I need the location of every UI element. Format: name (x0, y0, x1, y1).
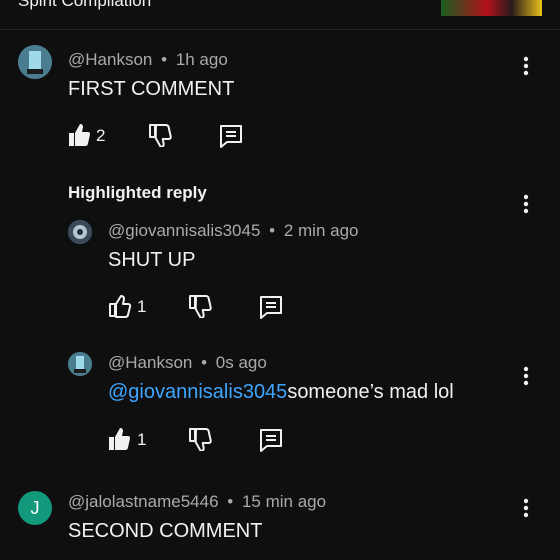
reply-button[interactable] (258, 427, 284, 458)
reply-button[interactable] (218, 123, 244, 154)
author-name[interactable]: @Hankson (68, 50, 152, 69)
more-vertical-icon[interactable] (514, 192, 538, 216)
timestamp[interactable]: 0s ago (216, 353, 267, 372)
like-count: 1 (137, 297, 147, 316)
timestamp[interactable]: 2 min ago (284, 221, 359, 240)
like-count: 2 (96, 126, 106, 145)
author-name[interactable]: @giovannisalis3045 (108, 221, 260, 240)
avatar[interactable] (18, 45, 52, 79)
like-button[interactable] (68, 123, 91, 152)
dislike-icon (189, 295, 212, 319)
separator: • (201, 353, 208, 372)
like-icon (109, 295, 132, 318)
reply-button[interactable] (258, 294, 284, 325)
comment-meta: @Hankson • 1h ago (68, 50, 228, 70)
like-button[interactable] (108, 294, 132, 323)
author-name[interactable]: @jalolastname5446 (68, 492, 219, 511)
comment-meta: @Hankson • 0s ago (108, 353, 267, 373)
reply-icon (260, 296, 282, 319)
like-button[interactable] (108, 427, 131, 456)
timestamp[interactable]: 15 min ago (242, 492, 326, 511)
comment-text: @giovannisalis3045someone’s mad lol (108, 381, 454, 404)
comment-text: SHUT UP (108, 249, 196, 271)
video-title[interactable]: Spirit Compilation (18, 0, 151, 11)
avatar[interactable]: J (18, 491, 52, 525)
like-icon (109, 428, 131, 450)
mention-link[interactable]: @giovannisalis3045 (108, 381, 287, 403)
avatar-letter: J (30, 497, 40, 518)
avatar[interactable] (68, 352, 92, 376)
separator: • (161, 50, 168, 69)
author-name[interactable]: @Hankson (108, 353, 192, 372)
more-vertical-icon[interactable] (514, 496, 538, 520)
like-icon (69, 124, 91, 146)
dislike-button[interactable] (188, 294, 212, 323)
comment-text: SECOND COMMENT (68, 520, 263, 542)
video-thumbnail[interactable] (441, 0, 542, 16)
avatar[interactable] (68, 220, 92, 244)
comment-text: FIRST COMMENT (68, 78, 235, 100)
separator: • (227, 492, 234, 511)
timestamp[interactable]: 1h ago (176, 50, 228, 69)
like-count: 1 (137, 430, 147, 449)
reply-text: someone’s mad lol (287, 381, 454, 403)
more-vertical-icon[interactable] (514, 54, 538, 78)
more-vertical-icon[interactable] (514, 364, 538, 388)
dislike-icon (189, 428, 212, 452)
dislike-button[interactable] (188, 427, 212, 456)
dislike-icon (149, 124, 172, 148)
reply-icon (220, 125, 242, 148)
highlighted-reply-label: Highlighted reply (68, 183, 207, 202)
comment-meta: @giovannisalis3045 • 2 min ago (108, 221, 359, 241)
separator: • (269, 221, 276, 240)
divider (0, 29, 560, 30)
comment-meta: @jalolastname5446 • 15 min ago (68, 492, 326, 512)
dislike-button[interactable] (148, 123, 172, 152)
reply-icon (260, 429, 282, 452)
